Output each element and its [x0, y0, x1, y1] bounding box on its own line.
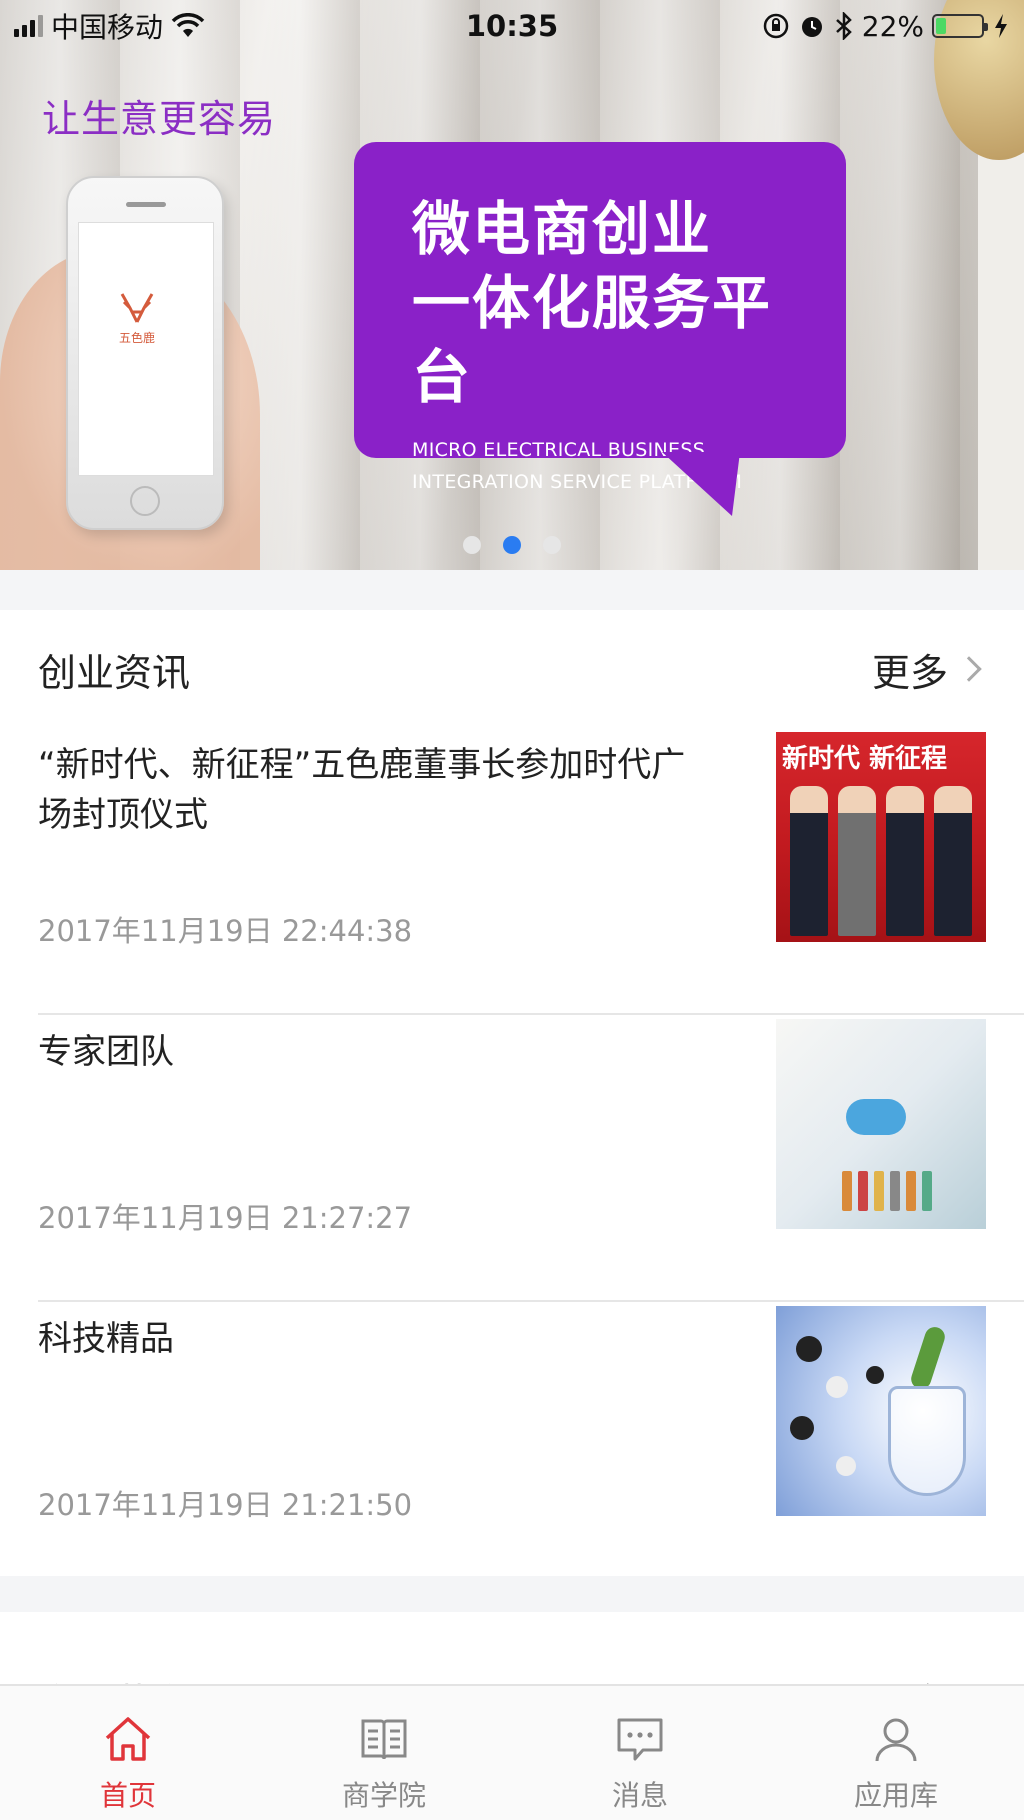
carousel-dot[interactable]	[503, 536, 521, 554]
atom	[826, 1376, 848, 1398]
status-bar: 中国移动 10:35 22%	[0, 0, 1024, 52]
bottom-tab-bar: 首页 商学院 消息 应用库	[0, 1684, 1024, 1820]
phone-home-button	[130, 486, 160, 516]
phone-speaker	[126, 202, 166, 207]
atom	[836, 1456, 856, 1476]
tab-business-school[interactable]: 商学院	[256, 1686, 512, 1820]
person-figure	[790, 786, 828, 936]
message-icon	[617, 1718, 663, 1761]
atom	[790, 1416, 814, 1440]
tab-label: 商学院	[341, 1779, 426, 1812]
rotation-lock-icon	[763, 13, 789, 39]
signal-icon	[14, 15, 43, 37]
banner-next-slide-peek	[934, 0, 1024, 570]
home-icon	[105, 1717, 151, 1761]
tab-label: 应用库	[853, 1779, 938, 1812]
banner-slogan: 让生意更容易	[42, 97, 277, 141]
battery-icon	[932, 14, 988, 38]
section-header: 创业资讯 更多	[0, 610, 1024, 728]
phone-image: 五色鹿	[66, 176, 224, 530]
tab-messages[interactable]: 消息	[512, 1686, 768, 1820]
more-label: 更多	[871, 650, 948, 695]
tab-app-library[interactable]: 应用库	[768, 1686, 1024, 1820]
carrier-label: 中国移动	[51, 11, 164, 44]
news-thumbnail-molecules	[776, 1306, 986, 1516]
news-title: 科技精品	[38, 1319, 174, 1359]
battery-fill	[936, 18, 946, 34]
flask	[888, 1386, 966, 1496]
news-item[interactable]: “新时代、新征程”五色鹿董事长参加时代广场封顶仪式 2017年11月19日 22…	[38, 728, 1024, 1015]
bluetooth-icon	[835, 12, 852, 40]
news-item[interactable]: 专家团队 2017年11月19日 21:27:27	[38, 1015, 1024, 1302]
plant-leaf	[908, 1324, 948, 1392]
phone-screen	[78, 222, 214, 476]
banner-speech-bubble: 微电商创业 一体化服务平台 MICRO ELECTRICAL BUSINESS …	[354, 142, 846, 493]
atom	[796, 1336, 822, 1362]
person-figure	[838, 786, 876, 936]
banner-headline-2: 一体化服务平台	[412, 269, 773, 411]
tab-label: 消息	[611, 1779, 668, 1812]
news-title: 专家团队	[38, 1032, 174, 1072]
app-logo-name: 五色鹿	[118, 331, 155, 345]
person-figure	[886, 786, 924, 936]
news-date: 2017年11月19日 22:44:38	[38, 914, 413, 948]
startup-news-section: 创业资讯 更多 “新时代、新征程”五色鹿董事长参加时代广场封顶仪式 2017年1…	[0, 610, 1024, 1576]
news-date: 2017年11月19日 21:21:50	[38, 1488, 413, 1522]
news-thumbnail-ceremony: 新时代 新征程	[776, 732, 986, 942]
charging-icon	[995, 14, 1007, 38]
speech-bubble-tail	[662, 452, 740, 516]
banner-headline-1: 微电商创业	[412, 195, 713, 263]
chevron-right-icon	[956, 656, 982, 682]
section-title: 创业资讯	[38, 650, 191, 695]
news-date: 2017年11月19日 21:27:27	[38, 1201, 413, 1235]
battery-percent: 22%	[861, 9, 924, 43]
carousel-indicators[interactable]	[0, 536, 1024, 554]
tab-label: 首页	[99, 1779, 156, 1812]
banner-carousel[interactable]: 让生意更容易 五色鹿 微电商创业 一体化服务平台 MICRO ELECTRICA…	[0, 0, 978, 570]
test-tubes	[842, 1171, 932, 1211]
carousel-dot[interactable]	[543, 536, 561, 554]
more-link[interactable]: 更多	[872, 642, 986, 697]
gloved-hand	[846, 1099, 906, 1135]
alarm-icon	[801, 17, 822, 37]
app-logo: 五色鹿	[112, 288, 162, 346]
status-left: 中国移动	[14, 6, 205, 46]
news-thumbnail-lab	[776, 1019, 986, 1229]
tab-home[interactable]: 首页	[0, 1686, 256, 1820]
news-title: “新时代、新征程”五色鹿董事长参加时代广场封顶仪式	[38, 745, 686, 835]
thumbnail-caption: 新时代 新征程	[782, 744, 948, 774]
wifi-icon	[171, 13, 205, 37]
user-icon	[875, 1718, 917, 1762]
news-item[interactable]: 科技精品 2017年11月19日 21:21:50	[38, 1302, 1024, 1589]
deer-logo-icon	[120, 293, 154, 323]
status-right: 22%	[762, 10, 1010, 43]
atom	[866, 1366, 884, 1384]
book-icon	[361, 1719, 407, 1760]
carousel-dot[interactable]	[463, 536, 481, 554]
person-figure	[934, 786, 972, 936]
